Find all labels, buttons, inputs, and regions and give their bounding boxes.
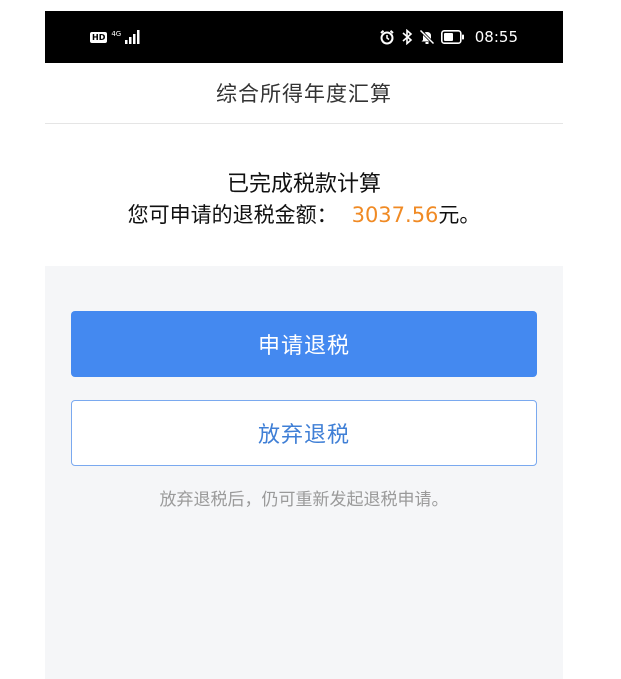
refund-amount-value: 3037.56 xyxy=(351,203,439,227)
clock-time: 08:55 xyxy=(474,28,518,46)
phone-screen: HD 4G 08:55 综合所得年度汇算 已完成税款计算 您可申请的退税金额： … xyxy=(45,11,563,679)
alarm-icon xyxy=(379,29,395,45)
result-title: 已完成税款计算 xyxy=(226,172,381,197)
refund-result-section: 已完成税款计算 您可申请的退税金额： 3037.56元。 xyxy=(45,124,563,266)
actions-section: 申请退税 放弃退税 放弃退税后，仍可重新发起退税申请。 xyxy=(45,266,563,679)
refund-amount-label: 您可申请的退税金额： xyxy=(127,203,338,227)
battery-icon xyxy=(440,30,465,44)
refund-amount-unit: 元。 xyxy=(438,203,481,227)
bluetooth-icon xyxy=(401,29,413,45)
give-up-hint-text: 放弃退税后，仍可重新发起退税申请。 xyxy=(159,490,449,510)
refund-amount-line: 您可申请的退税金额： 3037.56元。 xyxy=(45,199,563,229)
give-up-refund-button[interactable]: 放弃退税 xyxy=(71,400,537,466)
status-right: 08:55 xyxy=(379,25,518,49)
status-bar: HD 4G 08:55 xyxy=(45,11,563,63)
page-header: 综合所得年度汇算 xyxy=(45,63,563,124)
status-left: HD 4G xyxy=(90,27,141,47)
hd-icon: HD xyxy=(90,31,108,43)
apply-refund-button[interactable]: 申请退税 xyxy=(71,311,537,377)
network-type-label: 4G xyxy=(111,29,122,38)
mute-icon xyxy=(419,29,435,45)
signal-icon xyxy=(125,30,141,44)
page-title: 综合所得年度汇算 xyxy=(216,82,392,106)
